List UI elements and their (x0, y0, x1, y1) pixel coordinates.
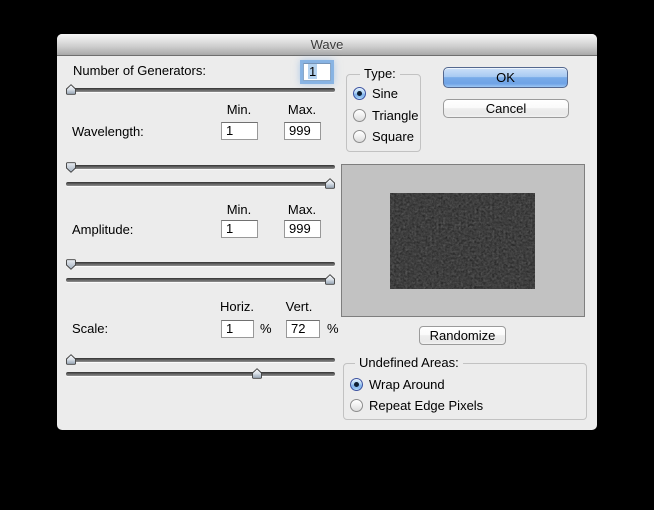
randomize-button-label: Randomize (430, 328, 496, 343)
amplitude-max-label: Max. (288, 202, 316, 218)
type-radio-sine[interactable] (353, 87, 366, 100)
undefined-radio-wrap-around-label: Wrap Around (369, 377, 445, 393)
wavelength-max-slider-thumb[interactable] (325, 178, 335, 189)
amplitude-min-slider-track[interactable] (66, 262, 335, 266)
scale-vert-unit: % (327, 321, 339, 337)
generators-slider-track[interactable] (66, 88, 335, 92)
wavelength-min-slider-track[interactable] (66, 165, 335, 169)
wavelength-max-value: 999 (289, 123, 311, 138)
amplitude-label: Amplitude: (72, 222, 133, 238)
preview-image (390, 193, 535, 289)
undefined-areas-label: Undefined Areas: (355, 356, 463, 370)
generators-value: 1 (308, 64, 317, 79)
scale-horiz-slider-track[interactable] (66, 358, 335, 362)
amplitude-min-value: 1 (226, 221, 233, 236)
scale-label: Scale: (72, 321, 108, 337)
type-radio-triangle-label: Triangle (372, 108, 418, 124)
generators-input[interactable]: 1 (303, 63, 331, 81)
wavelength-label: Wavelength: (72, 124, 144, 140)
type-radio-sine-label: Sine (372, 86, 398, 102)
wavelength-min-value: 1 (226, 123, 233, 138)
amplitude-max-value: 999 (289, 221, 311, 236)
preview-area[interactable] (341, 164, 585, 317)
undefined-radio-repeat-edge[interactable] (350, 399, 363, 412)
scale-horiz-slider-thumb[interactable] (66, 354, 76, 365)
wavelength-min-label: Min. (227, 102, 252, 118)
wavelength-max-input[interactable]: 999 (284, 122, 321, 140)
ok-button[interactable]: OK (443, 67, 568, 88)
type-radio-triangle[interactable] (353, 109, 366, 122)
type-group-label: Type: (360, 67, 400, 81)
scale-horiz-input[interactable]: 1 (221, 320, 254, 338)
amplitude-max-slider-thumb[interactable] (325, 274, 335, 285)
scale-vert-label: Vert. (286, 299, 313, 315)
scale-vert-input[interactable]: 72 (286, 320, 320, 338)
scale-vert-slider-thumb[interactable] (252, 368, 262, 379)
wavelength-max-slider-track[interactable] (66, 182, 335, 186)
wavelength-min-input[interactable]: 1 (221, 122, 258, 140)
amplitude-max-input[interactable]: 999 (284, 220, 321, 238)
amplitude-max-slider-track[interactable] (66, 278, 335, 282)
wavelength-min-slider-thumb[interactable] (66, 162, 76, 173)
scale-vert-slider-track[interactable] (66, 372, 335, 376)
type-radio-square-label: Square (372, 129, 414, 145)
dialog-content: Number of Generators: 1 Min. Max. Wavele… (57, 34, 597, 430)
amplitude-min-slider-thumb[interactable] (66, 259, 76, 270)
randomize-button[interactable]: Randomize (419, 326, 506, 345)
undefined-radio-wrap-around[interactable] (350, 378, 363, 391)
generators-label: Number of Generators: (73, 63, 206, 79)
wavelength-max-label: Max. (288, 102, 316, 118)
type-radio-square[interactable] (353, 130, 366, 143)
ok-button-label: OK (496, 70, 515, 85)
amplitude-min-input[interactable]: 1 (221, 220, 258, 238)
scale-horiz-value: 1 (226, 321, 233, 336)
generators-slider-thumb[interactable] (66, 84, 76, 95)
amplitude-min-label: Min. (227, 202, 252, 218)
cancel-button-label: Cancel (486, 101, 526, 116)
wave-dialog: Wave Number of Generators: 1 Min. Max. W… (57, 34, 597, 430)
scale-horiz-unit: % (260, 321, 272, 337)
scale-vert-value: 72 (291, 321, 305, 336)
undefined-radio-repeat-edge-label: Repeat Edge Pixels (369, 398, 483, 414)
scale-horiz-label: Horiz. (220, 299, 254, 315)
cancel-button[interactable]: Cancel (443, 99, 569, 118)
